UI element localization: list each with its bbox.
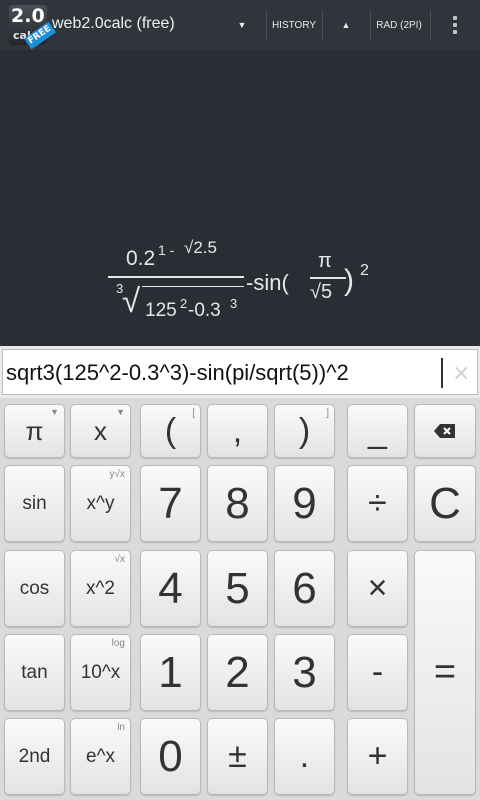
digit-8-key[interactable]: 8 — [207, 465, 268, 542]
dropdown-arrow-icon[interactable]: ▼ — [230, 0, 254, 50]
clear-input-icon[interactable]: × — [452, 361, 470, 386]
backspace-key[interactable] — [414, 404, 476, 458]
exp-key[interactable]: e^x ln — [70, 718, 131, 795]
overflow-menu-icon[interactable] — [440, 0, 470, 50]
under-root-exp2: 3 — [230, 296, 238, 311]
digit-6-key[interactable]: 6 — [274, 550, 335, 627]
input-bar: sqrt3(125^2-0.3^3)-sin(pi/sqrt(5))^2 × — [0, 346, 480, 398]
square-key[interactable]: x^2 √x — [70, 550, 131, 627]
variable-x-key[interactable]: x ▼ — [70, 404, 131, 458]
app-logo: 2.0 calc FREE — [9, 5, 57, 50]
radical-sign: √ — [122, 282, 141, 319]
key-arrow-icon: ▼ — [116, 407, 125, 417]
action-bar: 2.0 calc FREE web2.0calc (free) ▼ HISTOR… — [0, 0, 480, 50]
minus-sin: -sin( — [246, 270, 289, 295]
power-key[interactable]: x^y y√x — [70, 465, 131, 542]
pi-key[interactable]: π ▼ — [4, 404, 65, 458]
digit-0-key[interactable]: 0 — [140, 718, 201, 795]
power-two: 2 — [360, 262, 369, 279]
underscore-key[interactable]: _ — [347, 404, 408, 458]
logo-number: 2.0 — [11, 5, 45, 27]
right-paren-key[interactable]: )] — [274, 404, 335, 458]
history-button[interactable]: HISTORY — [268, 0, 320, 50]
digit-4-key[interactable]: 4 — [140, 550, 201, 627]
clear-key[interactable]: C — [414, 465, 476, 542]
radical-bar — [142, 286, 244, 287]
fraction-bar — [108, 276, 244, 278]
divide-key[interactable]: ÷ — [347, 465, 408, 542]
numerator-exponent: 1 - — [158, 242, 175, 258]
separator — [322, 10, 323, 40]
formula-display: 0.2 1 - √2.5 3 √ 125 2 -0.3 3 -sin( π √5… — [0, 50, 480, 346]
numerator-root: √2.5 — [184, 238, 217, 257]
plus-minus-key[interactable]: ± — [207, 718, 268, 795]
pi-symbol: π — [318, 250, 332, 272]
inner-fraction-bar — [310, 277, 346, 279]
app-title: web2.0calc (free) — [52, 15, 175, 32]
multiply-key[interactable]: × — [347, 550, 408, 627]
digit-1-key[interactable]: 1 — [140, 634, 201, 711]
sqrt-five: √5 — [310, 281, 333, 303]
numerator-base: 0.2 — [126, 247, 156, 270]
separator — [370, 10, 371, 40]
minus-key[interactable]: - — [347, 634, 408, 711]
ten-power-key[interactable]: 10^x log — [70, 634, 131, 711]
left-paren-key[interactable]: ([ — [140, 404, 201, 458]
separator — [430, 10, 431, 40]
digit-3-key[interactable]: 3 — [274, 634, 335, 711]
collapse-arrow-icon[interactable]: ▲ — [334, 0, 358, 50]
equals-key[interactable]: = — [414, 550, 476, 795]
under-root-exp1: 2 — [180, 296, 188, 311]
decimal-point-key[interactable]: . — [274, 718, 335, 795]
tan-key[interactable]: tan — [4, 634, 65, 711]
close-paren: ) — [344, 264, 354, 297]
under-root-minus: -0.3 — [188, 300, 221, 321]
digit-5-key[interactable]: 5 — [207, 550, 268, 627]
cos-key[interactable]: cos — [4, 550, 65, 627]
sin-key[interactable]: sin — [4, 465, 65, 542]
plus-key[interactable]: + — [347, 718, 408, 795]
digit-7-key[interactable]: 7 — [140, 465, 201, 542]
keypad: π ▼ x ▼ ([ , )] _ sin x^y y√x 7 8 9 ÷ C cos… — [0, 398, 480, 800]
backspace-icon — [434, 424, 455, 438]
digit-2-key[interactable]: 2 — [207, 634, 268, 711]
key-arrow-icon: ▼ — [50, 407, 59, 417]
comma-key[interactable]: , — [207, 404, 268, 458]
expression-text: sqrt3(125^2-0.3^3)-sin(pi/sqrt(5))^2 — [6, 360, 349, 385]
expression-input[interactable]: sqrt3(125^2-0.3^3)-sin(pi/sqrt(5))^2 × — [2, 349, 478, 395]
separator — [266, 10, 267, 40]
digit-9-key[interactable]: 9 — [274, 465, 335, 542]
angle-mode-button[interactable]: RAD (2PI) — [372, 0, 426, 50]
text-cursor — [441, 358, 443, 388]
under-root-base: 125 — [145, 300, 177, 321]
second-function-key[interactable]: 2nd — [4, 718, 65, 795]
